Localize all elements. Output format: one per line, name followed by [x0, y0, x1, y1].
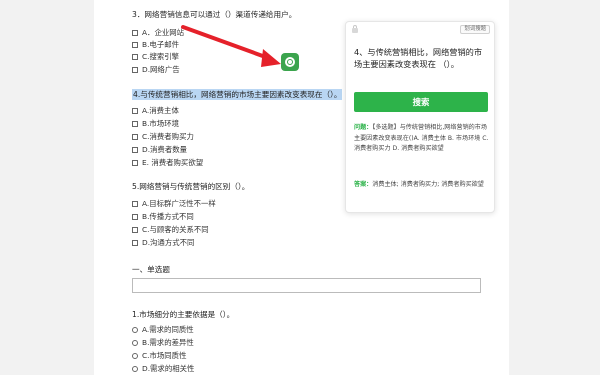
- option-checkbox[interactable]: C.与顾客的关系不同: [132, 224, 209, 235]
- result-label: 问题：: [354, 124, 373, 131]
- question-1-title: 1.市场细分的主要依据是（）。: [132, 310, 235, 319]
- option-checkbox[interactable]: C.搜索引擎: [132, 51, 179, 62]
- answer-label: 答案：: [354, 181, 373, 188]
- option-radio[interactable]: D.需求的相关性: [132, 363, 194, 374]
- checkbox[interactable]: [132, 213, 138, 220]
- question-4-title: 4.与传统营销相比，网络营销的市场主要因素改变表现在（）。: [132, 89, 343, 100]
- option-checkbox[interactable]: E. 消费者购买欲望: [132, 157, 203, 168]
- lock-icon[interactable]: [352, 25, 358, 33]
- radio[interactable]: [132, 326, 138, 333]
- option-label: A.需求的同质性: [142, 325, 194, 334]
- option-label: A．企业网站: [142, 28, 185, 37]
- option-radio[interactable]: C.市场同质性: [132, 350, 186, 361]
- option-label: A.消费主体: [142, 106, 179, 115]
- option-checkbox[interactable]: B.市场环境: [132, 118, 179, 129]
- result-text: 【多选题】与传统营销相比,网络营销的市场主要因素改变表现在()A. 消费主体 B…: [354, 124, 489, 152]
- section-title: 一、单选题: [132, 265, 170, 274]
- checkbox[interactable]: [132, 146, 138, 153]
- option-checkbox[interactable]: A.消费主体: [132, 105, 179, 116]
- popup-question: 4、与传统营销相比，网络营销的市场主要因素改变表现在 （）。: [354, 47, 483, 69]
- option-label: B.市场环境: [142, 119, 179, 128]
- answer-block: 答案：消费主体; 消费者购买力; 消费者购买欲望: [354, 180, 490, 191]
- radio[interactable]: [132, 339, 138, 346]
- checkbox[interactable]: [132, 66, 138, 73]
- option-label: D.沟通方式不同: [142, 238, 195, 247]
- option-radio[interactable]: A.需求的同质性: [132, 324, 194, 335]
- search-popup: 划词搜题 4、与传统营销相比，网络营销的市场主要因素改变表现在 （）。 搜索 问…: [345, 21, 495, 213]
- option-label: C.与顾客的关系不同: [142, 225, 209, 234]
- selected-text-highlight[interactable]: 4.与传统营销相比，网络营销的市场主要因素改变表现在（）。: [132, 89, 343, 100]
- option-label: C.搜索引擎: [142, 52, 180, 61]
- option-radio[interactable]: B.需求的差异性: [132, 337, 194, 348]
- option-label: D.需求的相关性: [142, 364, 195, 373]
- option-label: B.电子邮件: [142, 40, 179, 49]
- option-checkbox[interactable]: B.电子邮件: [132, 39, 179, 50]
- option-label: B.需求的差异性: [142, 338, 194, 347]
- answer-input-box[interactable]: [132, 278, 481, 293]
- checkbox[interactable]: [132, 41, 138, 48]
- option-label: D.消费者数量: [142, 145, 187, 154]
- option-label: A.目标群广泛性不一样: [142, 199, 216, 208]
- answer-text: 消费主体; 消费者购买力; 消费者购买欲望: [372, 181, 484, 188]
- divide-search-button[interactable]: 划词搜题: [460, 25, 490, 34]
- radio[interactable]: [132, 352, 138, 359]
- option-label: C.市场同质性: [142, 351, 187, 360]
- option-label: E. 消费者购买欲望: [142, 158, 204, 167]
- magnifier-icon: [285, 57, 295, 67]
- checkbox[interactable]: [132, 29, 138, 36]
- option-checkbox[interactable]: D.沟通方式不同: [132, 237, 194, 248]
- option-checkbox[interactable]: D.消费者数量: [132, 144, 187, 155]
- option-label: D.网络广告: [142, 65, 180, 74]
- checkbox[interactable]: [132, 53, 138, 60]
- checkbox[interactable]: [132, 120, 138, 127]
- result-block: 问题：【多选题】与传统营销相比,网络营销的市场主要因素改变表现在()A. 消费主…: [354, 123, 490, 155]
- option-checkbox[interactable]: B.传播方式不同: [132, 211, 194, 222]
- checkbox[interactable]: [132, 133, 138, 140]
- option-checkbox[interactable]: A．企业网站: [132, 27, 184, 38]
- option-label: B.传播方式不同: [142, 212, 194, 221]
- option-label: C.消费者购买力: [142, 132, 194, 141]
- radio[interactable]: [132, 365, 138, 372]
- checkbox[interactable]: [132, 200, 138, 207]
- question-5-title: 5.网络营销与传统营销的区别（）。: [132, 182, 250, 191]
- popup-header: 划词搜题: [346, 22, 496, 36]
- checkbox[interactable]: [132, 159, 138, 166]
- question-3-title: 3．网络营销信息可以通过（）渠道传递给用户。: [132, 10, 297, 19]
- checkbox[interactable]: [132, 239, 138, 246]
- checkbox[interactable]: [132, 226, 138, 233]
- search-icon[interactable]: [281, 53, 299, 71]
- option-checkbox[interactable]: A.目标群广泛性不一样: [132, 198, 216, 209]
- option-checkbox[interactable]: D.网络广告: [132, 64, 180, 75]
- checkbox[interactable]: [132, 107, 138, 114]
- option-checkbox[interactable]: C.消费者购买力: [132, 131, 194, 142]
- search-button[interactable]: 搜索: [354, 92, 488, 112]
